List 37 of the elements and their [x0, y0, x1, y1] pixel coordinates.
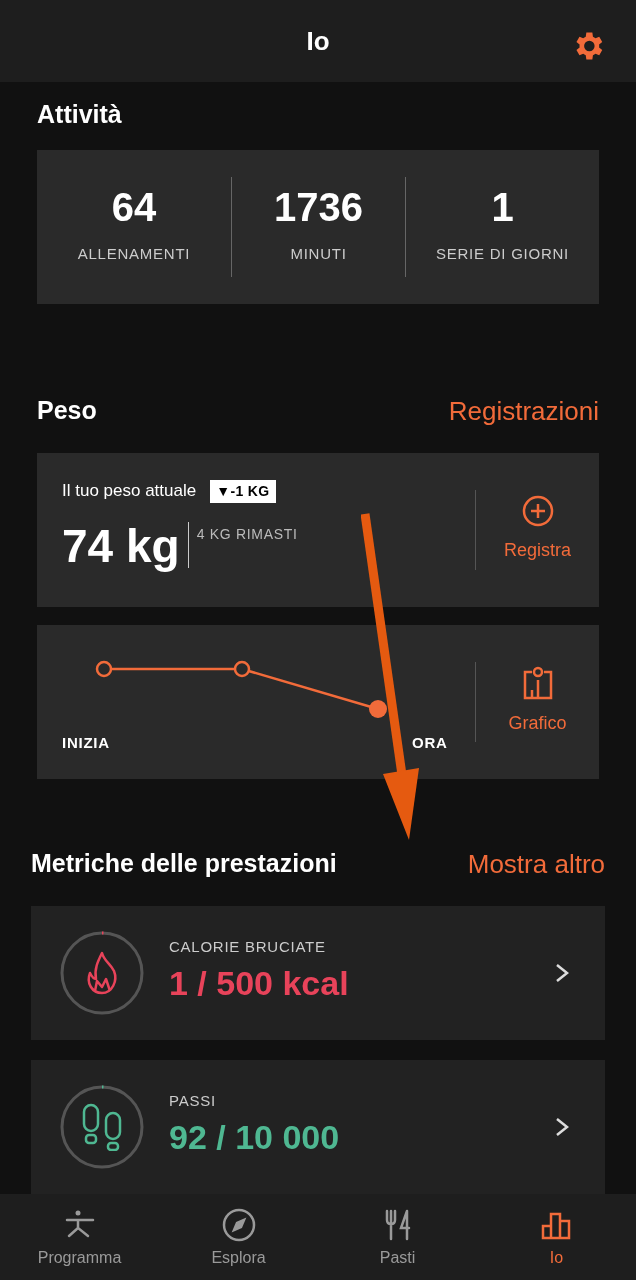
- metric-card[interactable]: PASSI 92 / 10 000: [31, 1059, 605, 1194]
- flame-icon: [84, 950, 120, 995]
- log-weight-button[interactable]: Registra: [476, 489, 599, 570]
- tab[interactable]: Pasti: [318, 1193, 477, 1280]
- add-icon: [521, 495, 554, 527]
- section-title: Peso: [37, 395, 97, 427]
- current-weight-label: Il tuo peso attuale: [62, 480, 197, 503]
- entries-link[interactable]: Registrazioni: [448, 391, 599, 431]
- tab[interactable]: Esplora: [159, 1193, 318, 1280]
- stat-value: 1736: [274, 187, 363, 228]
- metric-label: CALORIE BRUCIATE: [169, 936, 327, 957]
- metric-value: 92 / 10 000: [169, 1117, 341, 1159]
- metric-card[interactable]: CALORIE BRUCIATE 1 / 500 kcal: [31, 905, 605, 1040]
- stat-label: SERIE DI GIORNI: [436, 244, 569, 265]
- section-title: Attività: [37, 99, 123, 130]
- section-title: Metriche delle prestazioni: [31, 848, 337, 880]
- metric-value: 1 / 500 kcal: [169, 963, 350, 1005]
- footprints-icon: [82, 1102, 122, 1151]
- tab[interactable]: Io: [477, 1193, 636, 1280]
- clipboard-icon: [522, 666, 553, 700]
- now-label: ORA: [412, 732, 448, 753]
- chevron-right-icon: [555, 1116, 569, 1137]
- remaining-label: 4 KG RIMASTI: [187, 521, 298, 568]
- change-badge: ▼-1 KG: [210, 479, 276, 503]
- page-title: Io: [306, 24, 330, 58]
- metric-label: PASSI: [169, 1090, 217, 1111]
- start-label: INIZIA: [62, 732, 110, 753]
- tab[interactable]: Programma: [0, 1193, 159, 1280]
- stat-label: MINUTI: [290, 244, 347, 265]
- show-more-link[interactable]: Mostra altro: [467, 844, 605, 884]
- weight-value: 74 kg: [62, 518, 181, 574]
- chevron-right-icon: [555, 962, 569, 983]
- chart-button[interactable]: Grafico: [476, 661, 599, 742]
- stat-label: ALLENAMENTI: [77, 244, 191, 265]
- compass-icon: [221, 1207, 256, 1242]
- stat-value: 64: [111, 187, 157, 228]
- stat-value: 1: [491, 187, 514, 228]
